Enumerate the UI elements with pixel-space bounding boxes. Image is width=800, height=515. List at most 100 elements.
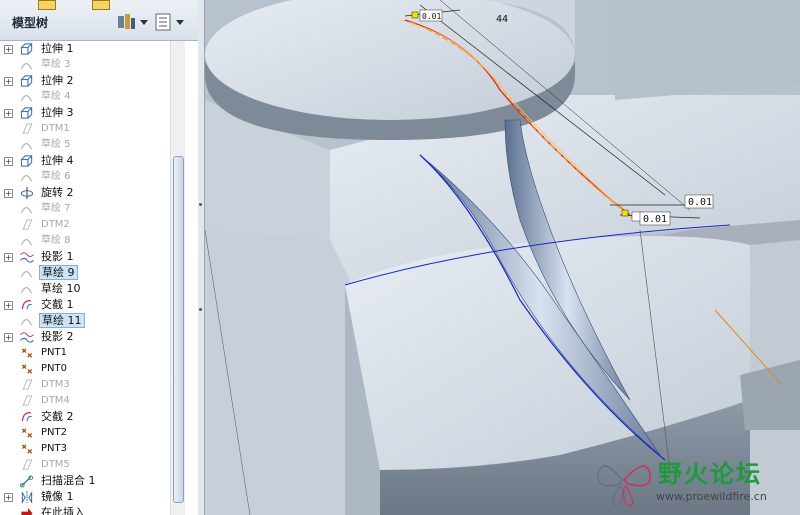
- model-tree-panel: 模型树 + 拉伸 1 草绘 3 + 拉伸 2 草绘 4 + 拉伸 3 DTM1 草绘 5 + 拉伸 4…: [0, 0, 199, 515]
- tree-item[interactable]: 扫描混合 1: [0, 473, 184, 489]
- tree-item[interactable]: 草绘 7: [0, 201, 184, 217]
- splitter-grip: [199, 308, 202, 311]
- datum-point-icon: [21, 444, 33, 454]
- tree-item[interactable]: + 投影 1: [0, 249, 184, 265]
- datum-plane-icon: [22, 219, 33, 230]
- expand-toggle-icon[interactable]: +: [4, 45, 13, 54]
- tree-item-label: 草绘 7: [41, 203, 71, 214]
- tree-item[interactable]: 草绘 6: [0, 169, 184, 185]
- tree-item[interactable]: 草绘 10: [0, 281, 184, 297]
- dimension-label[interactable]: 44: [496, 14, 508, 25]
- tree-item-label: 投影 1: [41, 250, 74, 263]
- tree-item-label: 草绘 6: [41, 171, 71, 182]
- sketch-icon: [20, 287, 33, 294]
- tree-item-label: 草绘 9: [39, 265, 78, 280]
- tree-item[interactable]: + 交截 1: [0, 297, 184, 313]
- sketch-icon: [20, 271, 33, 278]
- tree-item[interactable]: PNT2: [0, 425, 184, 441]
- tree-item[interactable]: 草绘 5: [0, 137, 184, 153]
- tree-item-label: PNT2: [41, 427, 67, 438]
- tree-item[interactable]: PNT3: [0, 441, 184, 457]
- tree-item-label: 拉伸 3: [41, 106, 74, 119]
- tools-icon: [118, 14, 148, 29]
- swept-blend-icon: [20, 475, 34, 488]
- dimension-label[interactable]: 0.01: [643, 214, 667, 225]
- tree-scrollbar[interactable]: [170, 41, 185, 515]
- dimension-label[interactable]: 0.01: [422, 12, 441, 21]
- tree-item-label: 草绘 10: [41, 282, 81, 295]
- model-tree-list: + 拉伸 1 草绘 3 + 拉伸 2 草绘 4 + 拉伸 3 DTM1 草绘 5 + 拉伸 4 草绘 6…: [0, 41, 184, 515]
- tree-item[interactable]: 草绘 9: [0, 265, 184, 281]
- tree-item[interactable]: + 投影 2: [0, 329, 184, 345]
- tree-item[interactable]: PNT1: [0, 345, 184, 361]
- tree-item-label: 交截 2: [41, 410, 74, 423]
- mirror-icon: [21, 490, 33, 504]
- expand-toggle-icon[interactable]: +: [4, 77, 13, 86]
- tree-item-label: DTM4: [41, 395, 70, 406]
- tree-item[interactable]: DTM2: [0, 217, 184, 233]
- layer-tab-icon[interactable]: [92, 0, 110, 10]
- sketch-icon: [20, 63, 33, 70]
- tree-item[interactable]: DTM3: [0, 377, 184, 393]
- tree-scrollbar-thumb[interactable]: [173, 156, 184, 503]
- tree-item-label: 旋转 2: [41, 186, 74, 199]
- datum-point-icon: [21, 428, 33, 438]
- sketch-icon: [20, 175, 33, 182]
- projection-icon: [20, 252, 34, 263]
- model-tree-title: 模型树: [12, 16, 49, 30]
- expand-toggle-icon[interactable]: +: [4, 301, 13, 310]
- intersect-icon: [21, 412, 32, 422]
- folder-tab-icon[interactable]: [38, 0, 56, 10]
- tree-item[interactable]: 交截 2: [0, 409, 184, 425]
- tree-item[interactable]: + 旋转 2: [0, 185, 184, 201]
- dimension-label[interactable]: 0.01: [688, 197, 712, 208]
- tree-item[interactable]: + 拉伸 4: [0, 153, 184, 169]
- tree-item-label: 草绘 8: [41, 235, 71, 246]
- tree-item-label: DTM5: [41, 459, 70, 470]
- datum-point-icon: [21, 348, 33, 358]
- tree-item[interactable]: 草绘 8: [0, 233, 184, 249]
- tree-item-label: PNT0: [41, 363, 67, 374]
- tree-show-button[interactable]: [154, 12, 188, 32]
- panel-splitter[interactable]: [198, 0, 205, 515]
- expand-toggle-icon[interactable]: +: [4, 189, 13, 198]
- tree-item[interactable]: + 镜像 1: [0, 489, 184, 505]
- tree-item-label: 拉伸 2: [41, 74, 74, 87]
- tree-item[interactable]: + 拉伸 1: [0, 41, 184, 57]
- splitter-grip: [199, 203, 202, 206]
- tree-item[interactable]: 在此插入: [0, 505, 184, 515]
- tree-item[interactable]: 草绘 3: [0, 57, 184, 73]
- datum-plane-icon: [22, 379, 33, 390]
- tree-item-label: 拉伸 4: [41, 154, 74, 167]
- tree-item-label: 投影 2: [41, 330, 74, 343]
- tree-item[interactable]: + 拉伸 2: [0, 73, 184, 89]
- tree-item[interactable]: DTM5: [0, 457, 184, 473]
- graphics-viewport[interactable]: 44 0.01 0.01 0.01 野火论坛 www.proewildfire.…: [205, 0, 800, 515]
- sketch-icon: [20, 319, 33, 326]
- expand-toggle-icon[interactable]: +: [4, 333, 13, 342]
- tree-item-label: 草绘 3: [41, 59, 71, 70]
- tree-item-label: 草绘 5: [41, 139, 71, 150]
- tree-item[interactable]: + 拉伸 3: [0, 105, 184, 121]
- tree-item[interactable]: PNT0: [0, 361, 184, 377]
- expand-toggle-icon[interactable]: +: [4, 493, 13, 502]
- datum-plane-icon: [22, 395, 33, 406]
- tree-item[interactable]: DTM4: [0, 393, 184, 409]
- expand-toggle-icon[interactable]: +: [4, 157, 13, 166]
- insert-here-icon: [21, 507, 33, 515]
- extrude-icon: [20, 154, 33, 167]
- tree-item[interactable]: 草绘 11: [0, 313, 184, 329]
- tree-item-label: DTM2: [41, 219, 70, 230]
- extrude-icon: [20, 74, 33, 87]
- extrude-icon: [20, 106, 33, 119]
- expand-toggle-icon[interactable]: +: [4, 253, 13, 262]
- tree-item-label: PNT1: [41, 347, 67, 358]
- tree-item[interactable]: DTM1: [0, 121, 184, 137]
- expand-toggle-icon[interactable]: +: [4, 109, 13, 118]
- tree-item-label: 在此插入: [41, 506, 85, 515]
- tree-item-label: PNT3: [41, 443, 67, 454]
- tree-item-label: 扫描混合 1: [41, 474, 96, 487]
- model-tree-header: 模型树: [0, 0, 198, 41]
- tree-item[interactable]: 草绘 4: [0, 89, 184, 105]
- tree-settings-button[interactable]: [116, 12, 150, 32]
